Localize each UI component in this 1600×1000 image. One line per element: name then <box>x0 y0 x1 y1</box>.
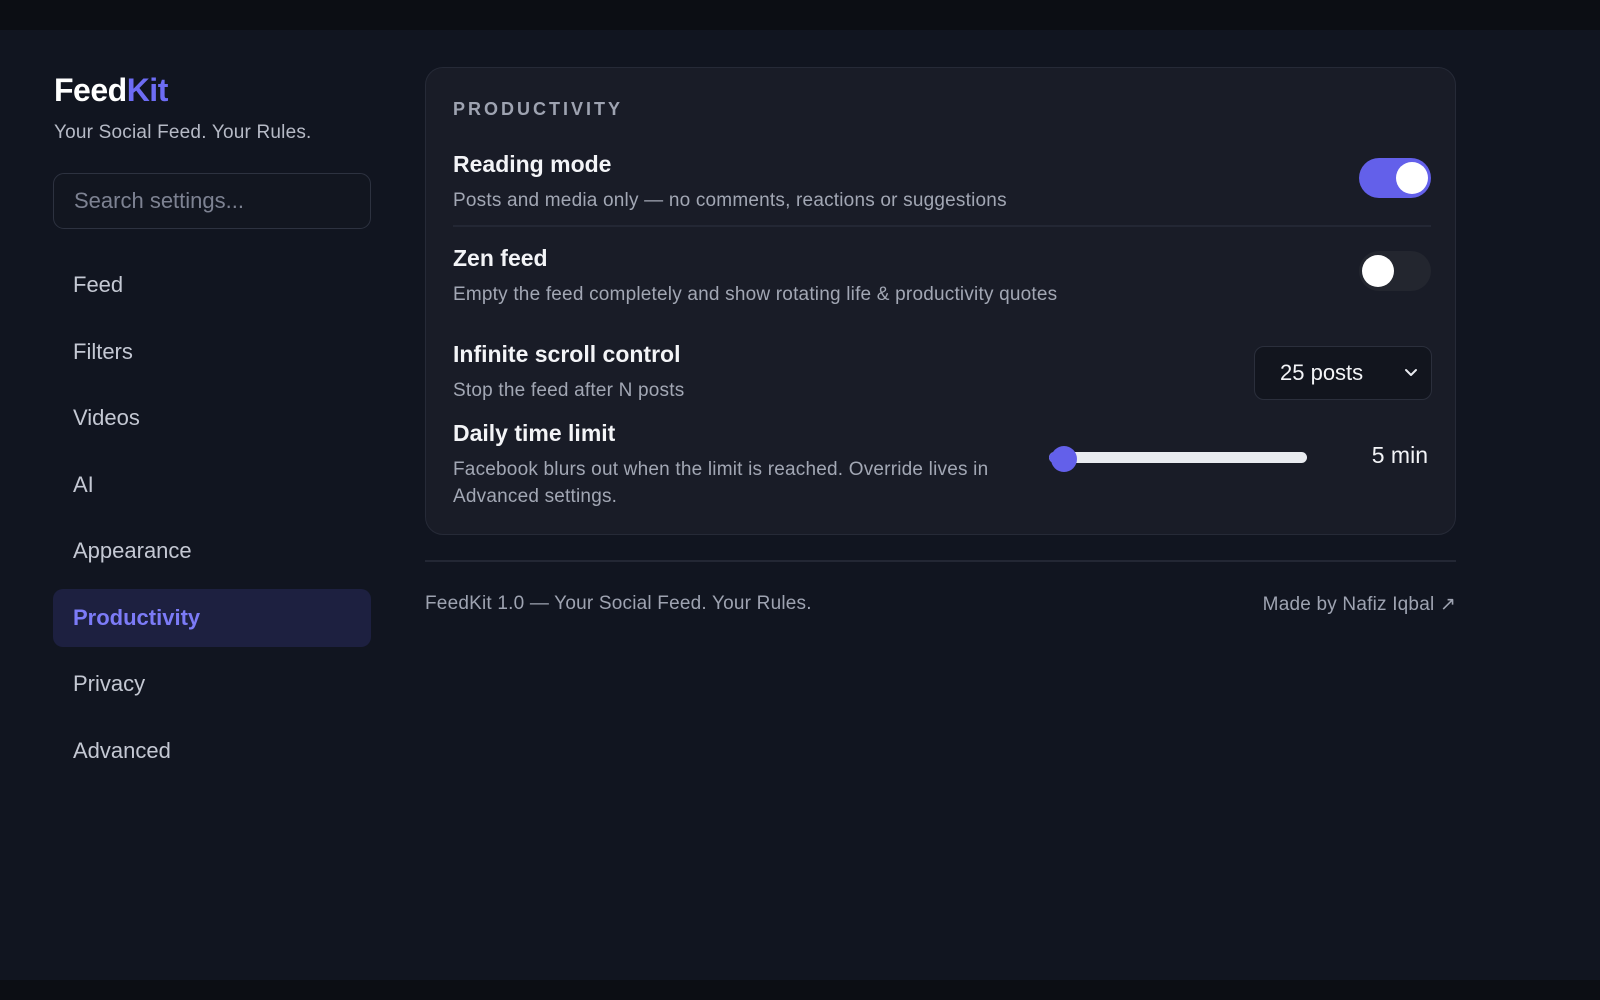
section-title: PRODUCTIVITY <box>453 99 624 119</box>
reading-mode-toggle[interactable] <box>1359 158 1431 198</box>
sidebar-item-filters[interactable]: Filters <box>53 323 371 381</box>
setting-title: Reading mode <box>453 151 612 177</box>
infinite-scroll-select[interactable]: 25 posts <box>1254 346 1432 400</box>
sidebar-item-appearance[interactable]: Appearance <box>53 522 371 580</box>
chevron-down-icon <box>1405 369 1417 376</box>
footer-divider <box>425 560 1456 562</box>
setting-zen-feed: Zen feed Empty the feed completely and s… <box>453 245 1431 308</box>
footer-version-text: FeedKit 1.0 — Your Social Feed. Your Rul… <box>425 593 812 614</box>
toggle-knob <box>1396 162 1428 194</box>
setting-reading-mode: Reading mode Posts and media only — no c… <box>453 151 1431 214</box>
slider-track <box>1049 452 1307 463</box>
brand-name-feed: Feed <box>54 72 127 108</box>
sidebar-item-feed[interactable]: Feed <box>53 256 371 314</box>
toggle-knob <box>1362 255 1394 287</box>
select-value: 25 posts <box>1280 360 1364 385</box>
sidebar-item-videos[interactable]: Videos <box>53 389 371 447</box>
sidebar-item-advanced[interactable]: Advanced <box>53 722 371 780</box>
zen-feed-toggle[interactable] <box>1359 251 1431 291</box>
sidebar-item-ai[interactable]: AI <box>53 456 371 514</box>
settings-app: FeedKit Your Social Feed. Your Rules. Fe… <box>0 30 1600 980</box>
window-bottom-bar <box>0 980 1600 1000</box>
brand-name-kit: Kit <box>126 72 169 108</box>
author-link[interactable]: Made by Nafiz Iqbal ↗ <box>1263 593 1456 616</box>
search-settings-input[interactable] <box>53 173 371 229</box>
setting-title: Daily time limit <box>453 420 616 446</box>
setting-title: Zen feed <box>453 245 548 271</box>
sidebar-item-productivity[interactable]: Productivity <box>53 588 371 647</box>
daily-limit-value: 5 min <box>1371 442 1428 468</box>
setting-description: Empty the feed completely and show rotat… <box>453 284 1058 305</box>
brand-logo: FeedKit <box>54 72 168 109</box>
row-divider <box>453 225 1431 227</box>
sidebar-item-privacy[interactable]: Privacy <box>53 655 371 713</box>
sidebar-nav: Feed Filters Videos AI Appearance Produc… <box>53 256 371 788</box>
setting-description: Posts and media only — no comments, reac… <box>453 190 1007 211</box>
brand-tagline: Your Social Feed. Your Rules. <box>54 122 312 143</box>
productivity-settings-card: PRODUCTIVITY Reading mode Posts and medi… <box>425 67 1456 535</box>
setting-daily-time-limit: Daily time limit Facebook blurs out when… <box>453 420 1023 510</box>
slider-thumb[interactable] <box>1050 446 1077 472</box>
daily-limit-slider[interactable] <box>1041 446 1313 472</box>
window-top-bar <box>0 0 1600 30</box>
setting-description: Facebook blurs out when the limit is rea… <box>453 459 989 507</box>
